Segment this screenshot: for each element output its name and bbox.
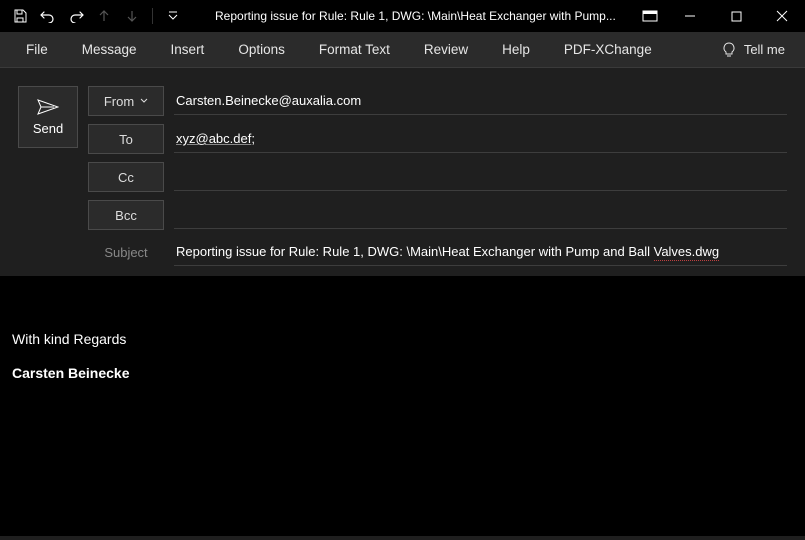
tell-me-search[interactable]: Tell me — [714, 36, 793, 64]
qat-separator — [152, 8, 153, 24]
to-recipient[interactable]: xyz@abc.def — [176, 131, 251, 146]
send-button[interactable]: Send — [18, 86, 78, 148]
menu-insert[interactable]: Insert — [157, 36, 219, 63]
to-field[interactable]: xyz@abc.def; — [174, 125, 787, 153]
redo-icon[interactable] — [64, 4, 88, 28]
window-title: Reporting issue for Rule: Rule 1, DWG: \… — [185, 9, 633, 23]
send-label: Send — [33, 121, 63, 136]
next-item-icon — [120, 4, 144, 28]
undo-icon[interactable] — [36, 4, 60, 28]
chevron-down-icon — [140, 98, 148, 104]
body-signature-name: Carsten Beinecke — [12, 365, 793, 381]
qat-customize-icon[interactable] — [161, 4, 185, 28]
cc-button[interactable]: Cc — [88, 162, 164, 192]
to-suffix: ; — [251, 131, 255, 146]
close-button[interactable] — [759, 0, 805, 32]
ribbon-display-options-icon[interactable] — [633, 0, 667, 32]
subject-field[interactable]: Reporting issue for Rule: Rule 1, DWG: \… — [174, 238, 787, 266]
subject-text: Reporting issue for Rule: Rule 1, DWG: \… — [176, 244, 654, 259]
from-label: From — [104, 94, 134, 109]
save-icon[interactable] — [8, 4, 32, 28]
subject-label: Subject — [88, 245, 164, 260]
cc-label: Cc — [118, 170, 134, 185]
quick-access-toolbar — [8, 4, 185, 28]
body-regards: With kind Regards — [12, 331, 793, 347]
bcc-button[interactable]: Bcc — [88, 200, 164, 230]
bcc-field[interactable] — [174, 201, 787, 229]
menu-file[interactable]: File — [12, 36, 62, 63]
message-header: Send From Carsten.Beinecke@auxalia.com T… — [0, 68, 805, 276]
lightbulb-icon — [722, 42, 736, 58]
to-label: To — [119, 132, 133, 147]
tell-me-label: Tell me — [744, 42, 785, 57]
menu-pdf-xchange[interactable]: PDF-XChange — [550, 36, 666, 63]
from-field[interactable]: Carsten.Beinecke@auxalia.com — [174, 87, 787, 115]
bcc-label: Bcc — [115, 208, 137, 223]
send-icon — [37, 99, 59, 115]
menu-review[interactable]: Review — [410, 36, 482, 63]
menu-bar: File Message Insert Options Format Text … — [0, 32, 805, 68]
minimize-button[interactable] — [667, 0, 713, 32]
menu-help[interactable]: Help — [488, 36, 544, 63]
menu-format-text[interactable]: Format Text — [305, 36, 404, 63]
menu-options[interactable]: Options — [224, 36, 299, 63]
to-button[interactable]: To — [88, 124, 164, 154]
from-button[interactable]: From — [88, 86, 164, 116]
maximize-button[interactable] — [713, 0, 759, 32]
message-body[interactable]: With kind Regards Carsten Beinecke — [0, 276, 805, 536]
subject-spellcheck-word: Valves.dwg — [654, 244, 720, 261]
window-controls — [667, 0, 805, 32]
title-bar: Reporting issue for Rule: Rule 1, DWG: \… — [0, 0, 805, 32]
cc-field[interactable] — [174, 163, 787, 191]
menu-message[interactable]: Message — [68, 36, 151, 63]
previous-item-icon — [92, 4, 116, 28]
